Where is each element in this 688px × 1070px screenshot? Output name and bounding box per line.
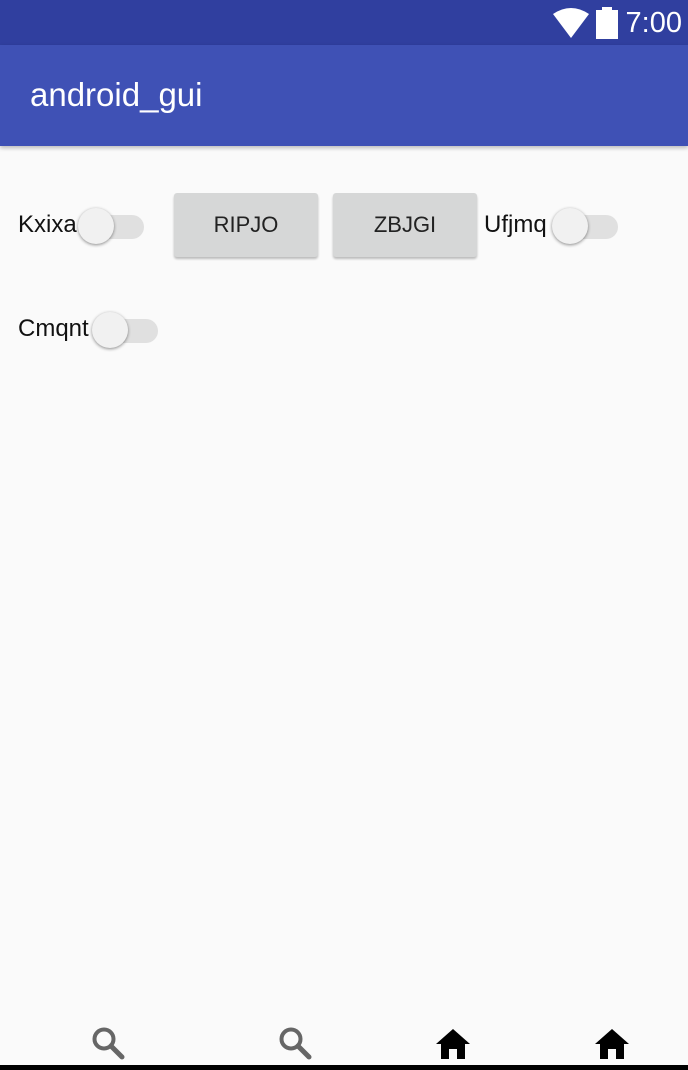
home-icon[interactable] — [435, 1028, 471, 1060]
home-icon[interactable] — [594, 1028, 630, 1060]
battery-icon — [596, 7, 618, 39]
app-bar: android_gui — [0, 45, 688, 146]
switch-kxixa[interactable] — [78, 204, 144, 244]
search-icon[interactable] — [91, 1026, 125, 1060]
search-icon[interactable] — [278, 1026, 312, 1060]
switch-ufjmq[interactable] — [552, 204, 618, 244]
switch-thumb — [78, 208, 114, 244]
switch-thumb — [552, 208, 588, 244]
status-bar: 7:00 — [0, 0, 688, 45]
nav-bottom-line — [0, 1065, 688, 1070]
switch-thumb — [92, 312, 128, 348]
status-time: 7:00 — [625, 7, 682, 39]
zbjgi-button[interactable]: ZBJGI — [333, 193, 477, 257]
switch-label-ufjmq: Ufjmq — [484, 211, 547, 238]
switch-cmqnt[interactable] — [92, 308, 158, 348]
app-title: android_gui — [30, 76, 203, 113]
switch-label-kxixa: Kxixa — [18, 211, 77, 238]
switch-label-cmqnt: Cmqnt — [18, 315, 89, 342]
ripjo-button[interactable]: RIPJO — [174, 193, 318, 257]
wifi-icon — [553, 8, 589, 38]
